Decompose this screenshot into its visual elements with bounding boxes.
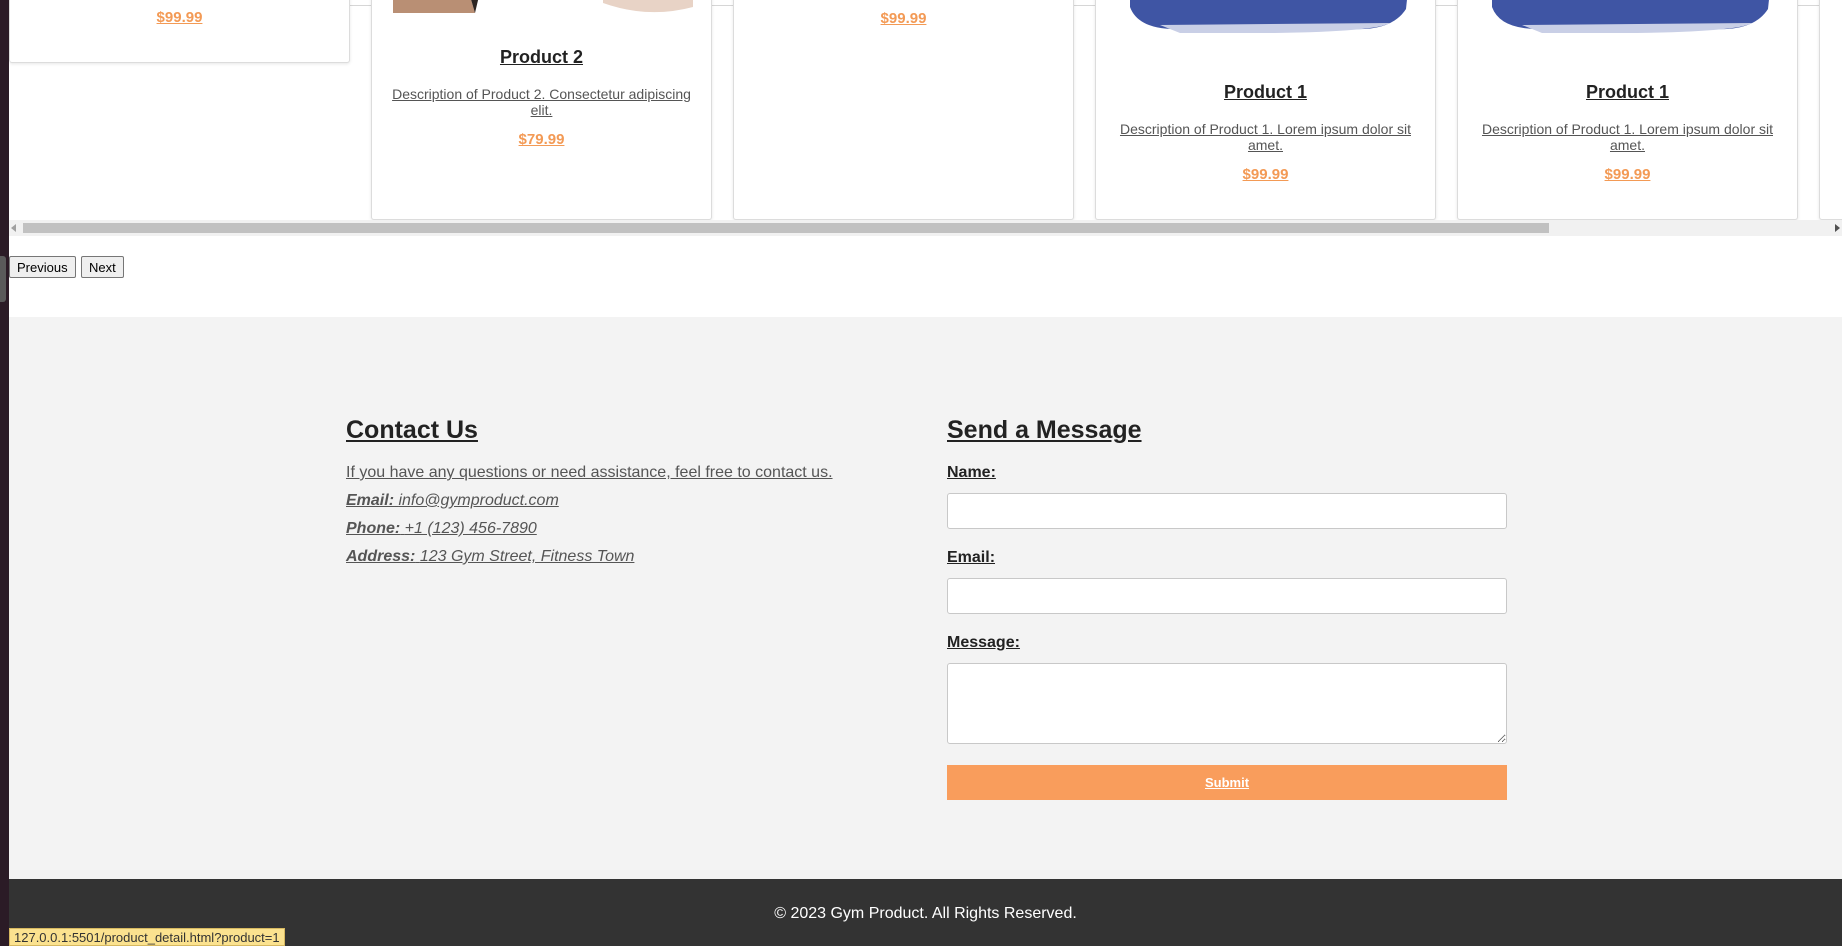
contact-email[interactable]: Email: info@gymproduct.com [346,492,559,510]
scrollbar-thumb[interactable] [23,223,1549,233]
product-name[interactable]: Product 1 [1096,82,1435,103]
contact-address: Address: 123 Gym Street, Fitness Town [346,548,634,566]
product-price: $99.99 [1242,166,1289,183]
scroll-left-icon[interactable] [11,224,16,232]
contact-phone[interactable]: Phone: +1 (123) 456-7890 [346,520,537,538]
submit-button[interactable]: Submit [947,765,1507,800]
product-card[interactable]: $99.99 [9,0,350,63]
name-label: Name: [947,464,996,481]
product-description: Description of Product 1. Lorem ipsum do… [1119,121,1411,153]
contact-intro: If you have any questions or need assist… [346,464,833,481]
next-button[interactable]: Next [81,256,124,278]
message-field[interactable] [947,663,1507,744]
product-price: $99.99 [156,9,203,26]
product-card[interactable]: Product 1 Description of Product 1. Lore… [1095,0,1436,220]
product-price: $79.99 [518,131,565,148]
address-label: Address: [346,548,416,565]
product-card[interactable] [1819,0,1842,220]
product-name[interactable]: Product 2 [372,47,711,68]
product-card[interactable]: $99.99 [733,0,1074,220]
product-description: Description of Product 2. Consectetur ad… [392,86,691,118]
product-image [1120,0,1416,33]
name-field[interactable] [947,493,1507,529]
scroll-right-icon[interactable] [1835,224,1840,232]
previous-button[interactable]: Previous [9,256,76,278]
product-carousel[interactable]: $99.99 Product 2 Description of Product … [9,0,1842,236]
email-value[interactable]: info@gymproduct.com [398,492,558,509]
copyright-text: © 2023 Gym Product. All Rights Reserved. [774,905,1077,922]
product-price: $99.99 [1604,166,1651,183]
product-price: $99.99 [880,10,927,27]
product-card[interactable]: Product 1 Description of Product 1. Lore… [1457,0,1798,220]
product-description: Description of Product 1. Lorem ipsum do… [1481,121,1773,153]
product-name[interactable]: Product 1 [1458,82,1797,103]
phone-label: Phone: [346,520,401,537]
message-label: Message: [947,634,1020,651]
contact-section [9,317,1842,879]
carousel-scrollbar[interactable] [9,220,1842,236]
product-image [1482,0,1778,33]
window-edge [0,0,9,946]
product-card[interactable]: Product 2 Description of Product 2. Cons… [371,0,712,220]
phone-value[interactable]: +1 (123) 456-7890 [405,520,537,537]
contact-title: Contact Us [346,416,478,444]
message-form-title: Send a Message [947,416,1142,444]
link-status-bar: 127.0.0.1:5501/product_detail.html?produ… [9,928,285,946]
product-image [393,0,693,13]
address-value: 123 Gym Street, Fitness Town [419,548,635,565]
email-form-label: Email: [947,549,996,566]
email-field[interactable] [947,578,1507,614]
window-edge-notch [0,256,6,302]
email-label: Email: [346,492,395,509]
